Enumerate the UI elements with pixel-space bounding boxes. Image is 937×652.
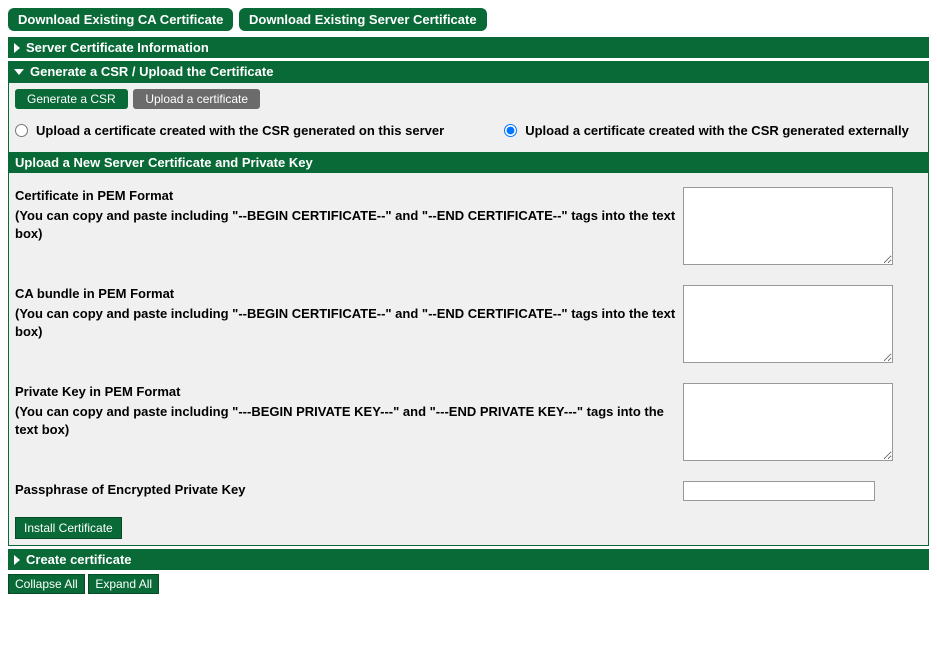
section-create-certificate-label: Create certificate — [26, 552, 132, 567]
cabundle-textarea[interactable] — [683, 285, 893, 363]
radio-this-server-label: Upload a certificate created with the CS… — [36, 123, 444, 138]
row-private-key: Private Key in PEM Format (You can copy … — [15, 383, 922, 461]
row-certificate: Certificate in PEM Format (You can copy … — [15, 187, 922, 265]
row-passphrase: Passphrase of Encrypted Private Key — [15, 481, 922, 501]
passphrase-label: Passphrase of Encrypted Private Key — [15, 481, 683, 499]
download-server-button[interactable]: Download Existing Server Certificate — [239, 8, 487, 31]
private-key-textarea[interactable] — [683, 383, 893, 461]
install-certificate-button[interactable]: Install Certificate — [15, 517, 122, 539]
expand-all-button[interactable]: Expand All — [88, 574, 159, 594]
bottom-controls: Collapse All Expand All — [8, 574, 929, 594]
certificate-hint: (You can copy and paste including "--BEG… — [15, 207, 683, 243]
radio-external-label: Upload a certificate created with the CS… — [525, 123, 909, 138]
tab-row: Generate a CSR Upload a certificate — [15, 89, 922, 109]
upload-source-radio-group: Upload a certificate created with the CS… — [15, 123, 922, 138]
collapse-all-button[interactable]: Collapse All — [8, 574, 85, 594]
upload-subheader: Upload a New Server Certificate and Priv… — [9, 152, 928, 173]
row-cabundle: CA bundle in PEM Format (You can copy an… — [15, 285, 922, 363]
section-generate-upload[interactable]: Generate a CSR / Upload the Certificate — [8, 61, 929, 82]
certificate-textarea[interactable] — [683, 187, 893, 265]
top-button-row: Download Existing CA Certificate Downloa… — [8, 8, 929, 31]
chevron-right-icon — [14, 555, 20, 565]
chevron-down-icon — [14, 69, 24, 75]
radio-external-input[interactable] — [504, 124, 517, 137]
radio-external[interactable]: Upload a certificate created with the CS… — [504, 123, 909, 138]
passphrase-input[interactable] — [683, 481, 875, 501]
download-ca-button[interactable]: Download Existing CA Certificate — [8, 8, 233, 31]
private-key-hint: (You can copy and paste including "---BE… — [15, 403, 683, 439]
section-generate-upload-label: Generate a CSR / Upload the Certificate — [30, 64, 273, 79]
chevron-right-icon — [14, 43, 20, 53]
cabundle-label: CA bundle in PEM Format — [15, 285, 683, 303]
certificate-label: Certificate in PEM Format — [15, 187, 683, 205]
radio-this-server-input[interactable] — [15, 124, 28, 137]
tab-upload-certificate[interactable]: Upload a certificate — [133, 89, 260, 109]
section-server-info[interactable]: Server Certificate Information — [8, 37, 929, 58]
cabundle-hint: (You can copy and paste including "--BEG… — [15, 305, 683, 341]
section-server-info-label: Server Certificate Information — [26, 40, 209, 55]
section-create-certificate[interactable]: Create certificate — [8, 549, 929, 570]
radio-this-server[interactable]: Upload a certificate created with the CS… — [15, 123, 444, 138]
private-key-label: Private Key in PEM Format — [15, 383, 683, 401]
tab-generate-csr[interactable]: Generate a CSR — [15, 89, 128, 109]
generate-upload-panel: Generate a CSR Upload a certificate Uplo… — [8, 82, 929, 546]
